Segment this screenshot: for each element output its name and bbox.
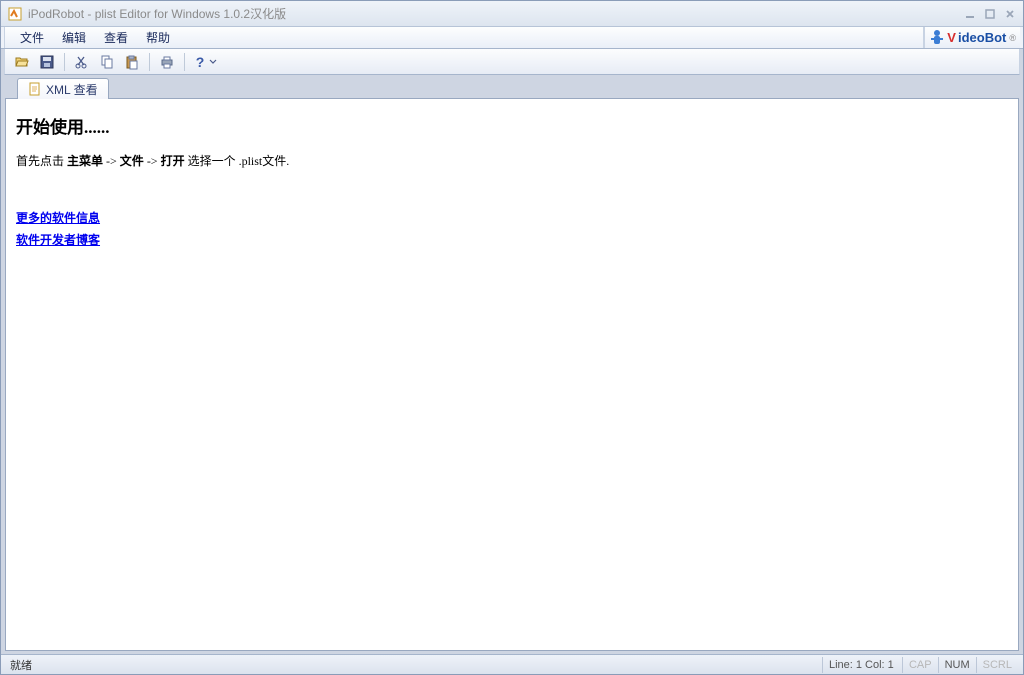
branding-logo[interactable]: VideoBot ®	[924, 27, 1020, 48]
welcome-heading: 开始使用......	[16, 113, 1008, 138]
xml-file-icon	[28, 82, 42, 96]
content-area: 开始使用...... 首先点击 主菜单 -> 文件 -> 打开 选择一个 .pl…	[5, 98, 1019, 651]
instruction-text: 首先点击 主菜单 -> 文件 -> 打开 选择一个 .plist文件.	[16, 152, 1008, 169]
toolbar-separator	[149, 53, 150, 71]
menu-bar: 文件 编辑 查看 帮助 VideoBot ®	[1, 27, 1023, 49]
videobot-icon	[929, 29, 945, 47]
menu-file[interactable]: 文件	[11, 27, 53, 48]
toolbar-separator	[64, 53, 65, 71]
minimize-button[interactable]	[960, 5, 980, 23]
tab-label: XML 查看	[46, 81, 98, 98]
status-ready: 就绪	[6, 657, 822, 673]
app-icon	[7, 6, 23, 22]
window-controls	[960, 5, 1020, 23]
menu-edit[interactable]: 编辑	[53, 27, 95, 48]
status-line-col: Line: 1 Col: 1	[822, 657, 902, 673]
menu-help[interactable]: 帮助	[137, 27, 179, 48]
copy-button[interactable]	[96, 51, 118, 73]
paste-button[interactable]	[121, 51, 143, 73]
help-dropdown[interactable]: ?	[191, 51, 217, 73]
toolbar-separator	[184, 53, 185, 71]
help-icon: ?	[196, 54, 205, 70]
status-scrl: SCRL	[976, 657, 1018, 673]
link-more-info[interactable]: 更多的软件信息	[16, 209, 1008, 226]
open-button[interactable]	[11, 51, 33, 73]
menu-view[interactable]: 查看	[95, 27, 137, 48]
link-developer-blog[interactable]: 软件开发者博客	[16, 231, 1008, 248]
tab-strip: XML 查看	[5, 77, 1019, 99]
status-cap: CAP	[902, 657, 938, 673]
save-button[interactable]	[36, 51, 58, 73]
status-bar: 就绪 Line: 1 Col: 1 CAP NUM SCRL	[1, 654, 1023, 674]
status-num: NUM	[938, 657, 976, 673]
branding-text: ideoBot	[958, 30, 1006, 45]
chevron-down-icon	[209, 54, 217, 70]
print-button[interactable]	[156, 51, 178, 73]
title-bar: iPodRobot - plist Editor for Windows 1.0…	[1, 1, 1023, 27]
toolbar: ?	[4, 49, 1020, 75]
tab-xml-view[interactable]: XML 查看	[17, 78, 109, 99]
close-button[interactable]	[1000, 5, 1020, 23]
window-title: iPodRobot - plist Editor for Windows 1.0…	[28, 5, 960, 22]
cut-button[interactable]	[71, 51, 93, 73]
maximize-button[interactable]	[980, 5, 1000, 23]
